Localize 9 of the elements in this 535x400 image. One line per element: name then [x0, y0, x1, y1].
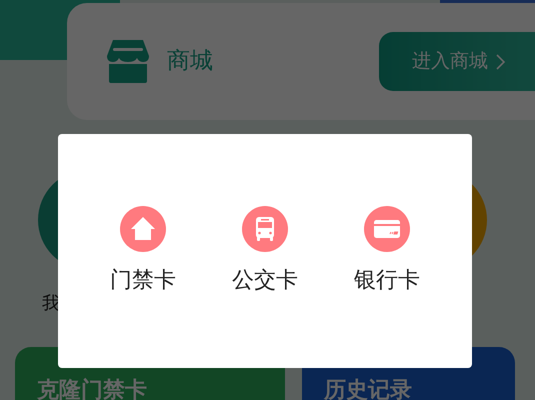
card-type-option[interactable]: 门禁卡: [107, 206, 179, 296]
card-type-option[interactable]: 公交卡: [229, 206, 301, 296]
chevron-right-icon: [496, 54, 505, 70]
house-icon: [120, 206, 166, 252]
bus-icon: [242, 206, 288, 252]
bank-card-icon: [364, 206, 410, 252]
mall-title: 商城: [167, 47, 213, 76]
card-type-option[interactable]: 银行卡: [351, 206, 423, 296]
store-icon: [105, 40, 151, 84]
